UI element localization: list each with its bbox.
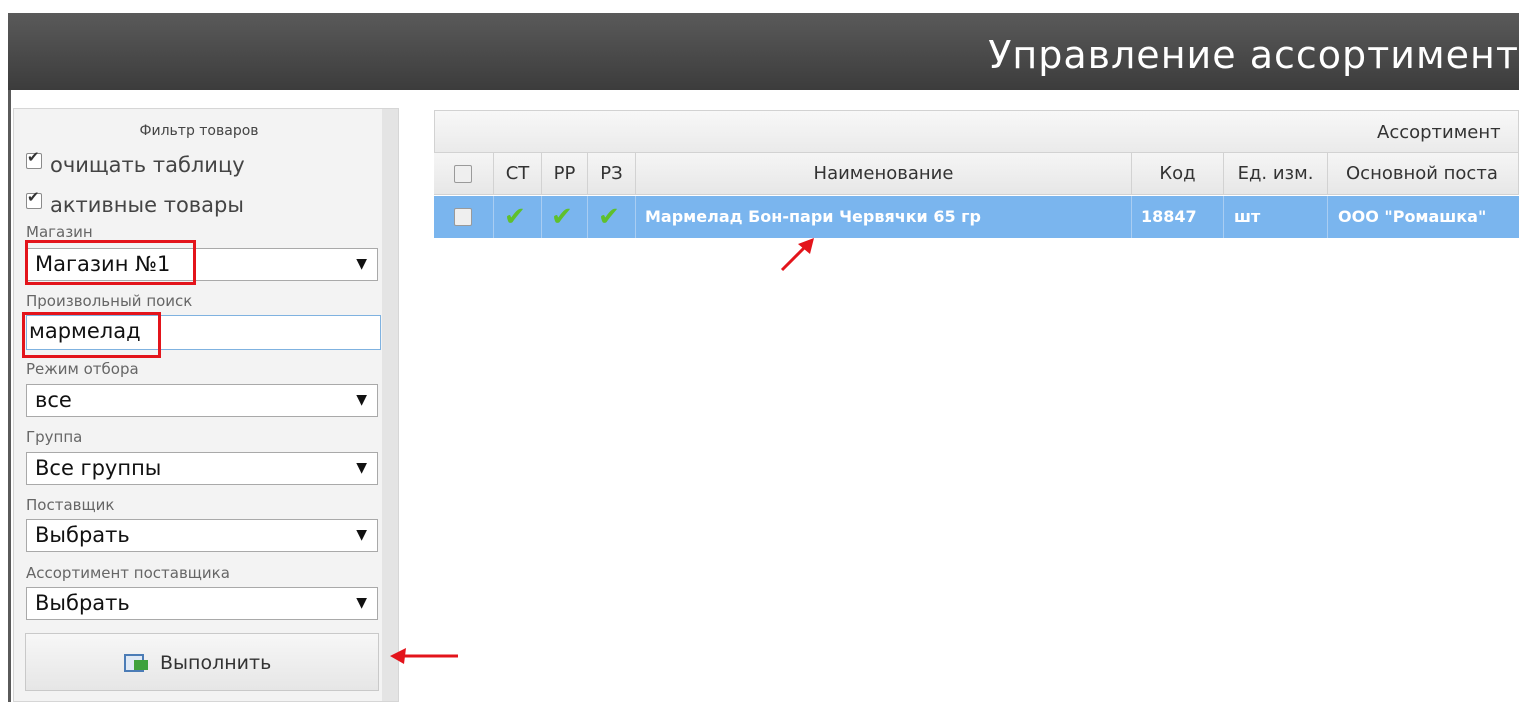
mode-select[interactable]: все ▼ xyxy=(26,384,378,417)
supplier-assortment-select-value: Выбрать xyxy=(35,591,130,615)
search-highlight-box xyxy=(22,312,161,358)
row-st-cell: ✔ xyxy=(494,196,542,238)
run-button[interactable]: Выполнить xyxy=(25,633,379,691)
red-arrow-run xyxy=(390,648,458,664)
row-unit-cell: шт xyxy=(1224,196,1328,238)
active-products-label: активные товары xyxy=(50,193,244,217)
store-label: Магазин xyxy=(26,223,93,241)
supplier-label: Поставщик xyxy=(26,496,115,514)
dropdown-arrow-icon: ▼ xyxy=(356,256,367,272)
grid-caption-bar: Ассортимент xyxy=(434,110,1519,153)
page-title: Управление ассортимент xyxy=(988,33,1519,77)
header-unit[interactable]: Ед. изм. xyxy=(1224,153,1328,195)
table-row[interactable]: ✔ ✔ ✔ Мармелад Бон-пари Червячки 65 гр 1… xyxy=(434,196,1519,238)
filter-scrollbar[interactable] xyxy=(382,109,398,701)
supplier-select-value: Выбрать xyxy=(35,523,130,547)
title-bar: Управление ассортимент xyxy=(8,13,1519,90)
filter-panel: Фильтр товаров ✔ очищать таблицу ✔ активны… xyxy=(13,108,399,702)
supplier-assortment-select[interactable]: Выбрать ▼ xyxy=(26,587,378,620)
execute-icon xyxy=(124,654,148,672)
header-st[interactable]: СТ xyxy=(494,153,542,195)
header-name[interactable]: Наименование xyxy=(636,153,1132,195)
row-select-cell[interactable] xyxy=(434,196,494,238)
header-rr[interactable]: РР xyxy=(542,153,588,195)
checkmark-icon: ✔ xyxy=(27,148,40,166)
header-main-supplier[interactable]: Основной поста xyxy=(1328,153,1519,195)
dropdown-arrow-icon: ▼ xyxy=(356,392,367,408)
header-rz[interactable]: РЗ xyxy=(588,153,636,195)
run-button-label: Выполнить xyxy=(160,652,272,674)
header-code[interactable]: Код xyxy=(1132,153,1224,195)
supplier-assortment-label: Ассортимент поставщика xyxy=(26,564,230,582)
active-products-checkbox[interactable]: ✔ xyxy=(26,188,42,209)
checkmark-icon: ✔ xyxy=(27,188,40,206)
check-icon: ✔ xyxy=(504,202,526,232)
store-highlight-box xyxy=(25,240,196,285)
grid-caption: Ассортимент xyxy=(1377,122,1501,143)
dropdown-arrow-icon: ▼ xyxy=(356,595,367,611)
check-icon: ✔ xyxy=(598,202,620,232)
group-select[interactable]: Все группы ▼ xyxy=(26,452,378,485)
dropdown-arrow-icon: ▼ xyxy=(356,527,367,543)
mode-select-value: все xyxy=(35,388,72,412)
clear-table-option[interactable]: ✔ очищать таблицу xyxy=(26,148,245,177)
clear-table-checkbox[interactable]: ✔ xyxy=(26,148,42,169)
group-select-value: Все группы xyxy=(35,456,162,480)
header-select-all[interactable] xyxy=(434,153,494,195)
active-products-option[interactable]: ✔ активные товары xyxy=(26,188,244,217)
row-rr-cell: ✔ xyxy=(542,196,588,238)
search-label: Произвольный поиск xyxy=(26,292,193,310)
check-icon: ✔ xyxy=(551,202,573,232)
mode-label: Режим отбора xyxy=(26,360,139,378)
row-supplier-cell: ООО "Ромашка" xyxy=(1338,207,1487,226)
red-arrow-product xyxy=(780,238,814,272)
supplier-select[interactable]: Выбрать ▼ xyxy=(26,519,378,552)
filter-title: Фильтр товаров xyxy=(139,123,259,139)
row-checkbox[interactable] xyxy=(454,208,472,226)
dropdown-arrow-icon: ▼ xyxy=(356,460,367,476)
row-code-cell: 18847 xyxy=(1132,196,1224,238)
select-all-checkbox[interactable] xyxy=(454,165,472,183)
row-rz-cell: ✔ xyxy=(588,196,636,238)
left-border xyxy=(8,90,11,702)
group-label: Группа xyxy=(26,428,83,446)
clear-table-label: очищать таблицу xyxy=(50,153,245,177)
row-name-cell[interactable]: Мармелад Бон-пари Червячки 65 гр xyxy=(636,196,1132,238)
